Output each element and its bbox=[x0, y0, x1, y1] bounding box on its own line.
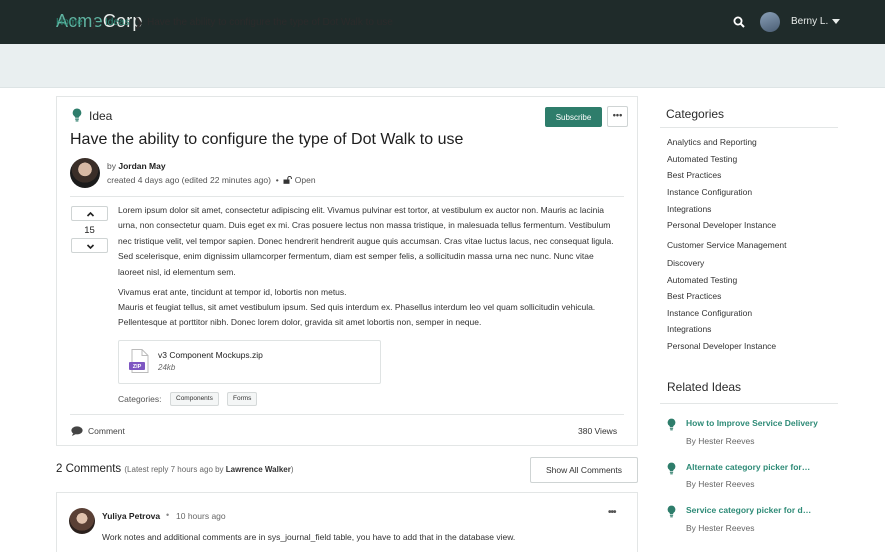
related-idea-author: By Hester Reeves bbox=[686, 523, 755, 533]
attachment-name[interactable]: v3 Component Mockups.zip bbox=[158, 350, 263, 360]
author-line: by Jordan May bbox=[107, 161, 166, 171]
latest-reply-suffix: ) bbox=[290, 465, 294, 474]
sidebar-category-item[interactable]: Discovery bbox=[667, 258, 704, 268]
breadcrumb-chevron-icon: ❯ bbox=[134, 17, 144, 29]
related-idea-author: By Hester Reeves bbox=[686, 436, 755, 446]
breadcrumb-current: Have the ability to configure the type o… bbox=[147, 17, 393, 28]
sidebar-category-item[interactable]: Personal Developer Instance bbox=[667, 341, 776, 351]
idea-type-label: Idea bbox=[89, 109, 113, 123]
category-tag[interactable]: Components bbox=[170, 392, 219, 406]
chevron-down-icon bbox=[86, 244, 95, 250]
more-options-button[interactable]: ••• bbox=[607, 106, 628, 127]
lightbulb-icon bbox=[72, 108, 82, 122]
latest-reply-prefix: (Latest reply 7 hours ago by bbox=[124, 465, 226, 474]
comments-count: 2 Comments bbox=[56, 463, 122, 475]
divider bbox=[70, 196, 624, 197]
related-idea-link[interactable]: Service category picker for d… bbox=[686, 505, 811, 515]
upvote-button[interactable] bbox=[71, 206, 108, 221]
view-count: 380 Views bbox=[578, 426, 618, 436]
divider bbox=[70, 414, 624, 415]
commenter-avatar[interactable] bbox=[69, 508, 95, 534]
meta-bullet: • bbox=[275, 175, 279, 185]
author-avatar[interactable] bbox=[70, 158, 100, 188]
attachment-size: 24kb bbox=[158, 363, 176, 372]
related-idea-author: By Hester Reeves bbox=[686, 479, 755, 489]
user-avatar[interactable] bbox=[760, 12, 780, 32]
sidebar-category-item[interactable]: Analytics and Reporting bbox=[667, 137, 757, 147]
sidebar-category-item[interactable]: Automated Testing bbox=[667, 275, 737, 285]
status-badge: Open bbox=[294, 175, 316, 185]
latest-reply-author[interactable]: Lawrence Walker bbox=[226, 465, 291, 474]
user-name[interactable]: Berny L. bbox=[791, 16, 828, 27]
show-all-comments-button[interactable]: Show All Comments bbox=[530, 457, 638, 483]
user-menu-caret-icon[interactable] bbox=[832, 19, 840, 24]
page-title: Have the ability to configure the type o… bbox=[70, 131, 464, 148]
commenter-name[interactable]: Yuliya Petrova bbox=[102, 511, 160, 521]
attachment-card[interactable] bbox=[118, 340, 381, 384]
latest-reply-info: (Latest reply 7 hours ago by Lawrence Wa… bbox=[124, 465, 293, 474]
idea-body-paragraph: Mauris et feugiat tellus, sit amet vesti… bbox=[118, 302, 596, 328]
comment-time: 10 hours ago bbox=[176, 511, 226, 521]
lightbulb-icon bbox=[667, 505, 676, 518]
sidebar-category-item[interactable]: Instance Configuration bbox=[667, 308, 752, 318]
divider bbox=[660, 127, 838, 128]
by-prefix: by bbox=[107, 161, 116, 171]
sidebar-category-item[interactable]: Personal Developer Instance bbox=[667, 220, 776, 230]
comment-button[interactable]: Comment bbox=[88, 426, 125, 436]
category-tag[interactable]: Forms bbox=[227, 392, 258, 406]
zip-file-icon: ZIP bbox=[129, 349, 149, 373]
search-icon[interactable] bbox=[733, 16, 745, 28]
unlock-icon bbox=[283, 176, 293, 184]
meta-line: created 4 days ago (edited 22 minutes ag… bbox=[107, 175, 316, 185]
sidebar-category-item[interactable]: Best Practices bbox=[667, 170, 721, 180]
breadcrumb bbox=[0, 44, 885, 88]
comment-card bbox=[56, 492, 638, 552]
sidebar-category-item[interactable]: Automated Testing bbox=[667, 154, 737, 164]
categories-label: Categories: bbox=[118, 394, 162, 404]
downvote-button[interactable] bbox=[71, 238, 108, 253]
sidebar-category-item[interactable]: Best Practices bbox=[667, 291, 721, 301]
sidebar-category-item[interactable]: Integrations bbox=[667, 204, 711, 214]
idea-body-paragraph: Vivamus erat ante, tincidunt at tempor i… bbox=[118, 287, 347, 297]
lightbulb-icon bbox=[667, 462, 676, 475]
subscribe-button[interactable]: Subscribe bbox=[545, 107, 602, 127]
related-idea-link[interactable]: How to Improve Service Delivery bbox=[686, 418, 818, 428]
comment-more-button[interactable]: ••• bbox=[608, 507, 616, 518]
comment-icon[interactable] bbox=[71, 426, 83, 436]
comment-text: Work notes and additional comments are i… bbox=[102, 532, 516, 542]
chevron-up-icon bbox=[86, 211, 95, 217]
breadcrumb-ideas[interactable]: Ideas bbox=[105, 17, 129, 28]
comment-bullet: • bbox=[166, 510, 170, 520]
lightbulb-icon bbox=[667, 418, 676, 431]
author-name[interactable]: Jordan May bbox=[118, 161, 165, 171]
idea-body-paragraph: Lorem ipsum dolor sit amet, consectetur … bbox=[118, 205, 614, 277]
breadcrumb-home[interactable]: Home bbox=[56, 17, 83, 28]
created-time: created 4 days ago (edited 22 minutes ag… bbox=[107, 175, 271, 185]
related-idea-link[interactable]: Alternate category picker for… bbox=[686, 462, 810, 472]
sidebar-category-item[interactable]: Customer Service Management bbox=[667, 240, 787, 250]
divider bbox=[660, 403, 838, 404]
sidebar-category-item[interactable]: Instance Configuration bbox=[667, 187, 752, 197]
breadcrumb-chevron-icon: ❯ bbox=[89, 17, 99, 29]
comments-heading: 2 Comments (Latest reply 7 hours ago by … bbox=[56, 463, 294, 475]
categories-heading: Categories bbox=[666, 107, 725, 121]
sidebar-category-item[interactable]: Integrations bbox=[667, 324, 711, 334]
vote-count: 15 bbox=[84, 225, 95, 236]
related-ideas-heading: Related Ideas bbox=[667, 380, 742, 394]
zip-badge: ZIP bbox=[133, 364, 142, 370]
